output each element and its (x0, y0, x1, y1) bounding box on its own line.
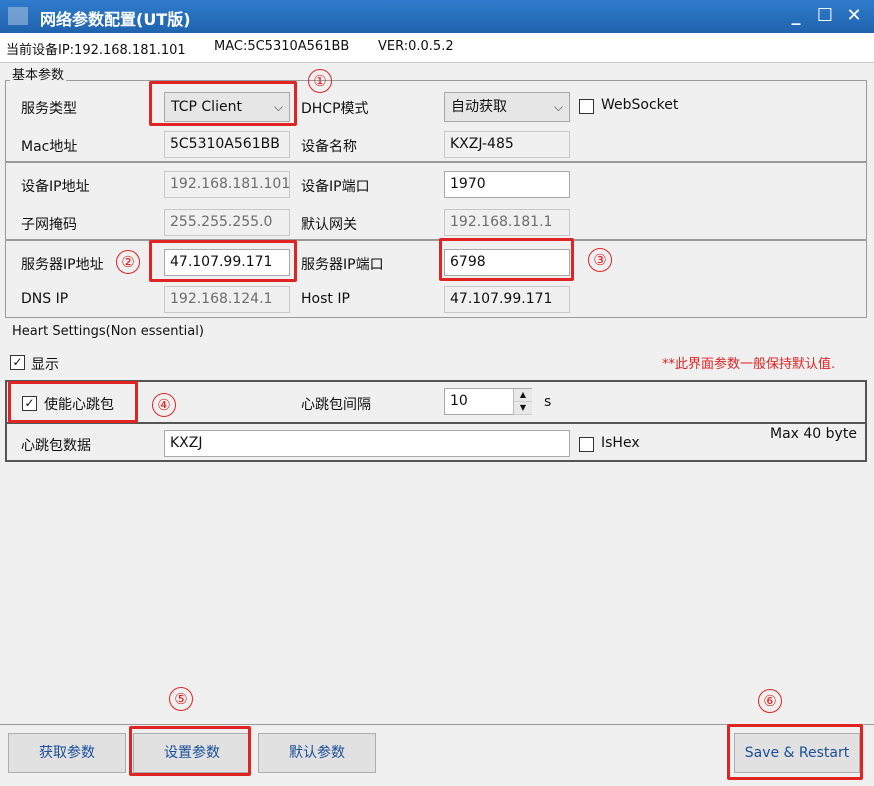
service-type-label: 服务类型 (21, 101, 77, 117)
marker-1: ① (306, 66, 334, 94)
title-bar: 网络参数配置(UT版) _ ☐ ✕ (0, 0, 874, 33)
dns-field[interactable]: 192.168.124.1 (164, 286, 290, 313)
marker-6: ⑥ (756, 686, 784, 714)
mac-text: MAC:5C5310A561BB (214, 39, 350, 54)
interval-label: 心跳包间隔 (301, 397, 371, 413)
marker-4: ④ (150, 390, 178, 418)
host-field[interactable]: 47.107.99.171 (444, 286, 570, 313)
subnet-label: 子网掩码 (21, 217, 77, 233)
device-name-field[interactable]: KXZJ-485 (444, 131, 570, 158)
marker-5: ⑤ (167, 684, 195, 712)
dns-label: DNS IP (21, 291, 69, 307)
highlight-service-type (149, 81, 297, 126)
host-label: Host IP (301, 291, 350, 307)
gateway-field[interactable]: 192.168.181.1 (444, 209, 570, 236)
marker-2: ② (114, 247, 142, 275)
window-title: 网络参数配置(UT版) (40, 10, 191, 29)
minimize-icon[interactable]: _ (784, 4, 808, 28)
mac-label: Mac地址 (21, 139, 78, 155)
show-label: 显示 (31, 357, 59, 373)
spin-up-icon[interactable]: ▲ (514, 389, 532, 402)
dhcp-label: DHCP模式 (301, 101, 369, 117)
server-ip-label: 服务器IP地址 (21, 257, 104, 273)
interval-spin-buttons[interactable]: ▲ ▼ (513, 389, 532, 415)
server-port-label: 服务器IP端口 (301, 257, 384, 273)
chevron-down-icon: ⌵ (553, 100, 563, 114)
basic-group-title: 基本参数 (10, 64, 67, 83)
heartbeat-data-field[interactable]: KXZJ (164, 430, 570, 457)
subnet-field[interactable]: 255.255.255.0 (164, 209, 290, 236)
ishex-checkbox[interactable] (579, 437, 594, 452)
default-note: **此界面参数一般保持默认值. (662, 357, 836, 372)
current-ip-text: 当前设备IP:192.168.181.101 (6, 43, 186, 58)
heart-group-title: Heart Settings(Non essential) (10, 324, 206, 339)
maximize-icon[interactable]: ☐ (813, 4, 837, 28)
ishex-label: IsHex (601, 435, 640, 451)
highlight-server-port (439, 238, 574, 281)
highlight-save-restart (727, 724, 863, 780)
websocket-label: WebSocket (601, 97, 679, 113)
highlight-set-params (129, 726, 251, 776)
device-port-label: 设备IP端口 (301, 179, 370, 195)
basic-panel-2 (5, 162, 867, 240)
highlight-enable-heartbeat (8, 381, 138, 423)
highlight-server-ip (149, 240, 297, 282)
max-bytes-label: Max 40 byte (770, 426, 857, 442)
device-info-bar: 当前设备IP:192.168.181.101 MAC:5C5310A561BB … (0, 33, 874, 63)
websocket-checkbox[interactable] (579, 99, 594, 114)
device-name-label: 设备名称 (301, 139, 357, 155)
show-checkbox[interactable]: ✓ (10, 355, 25, 370)
mac-field[interactable]: 5C5310A561BB (164, 131, 290, 158)
dhcp-select[interactable]: 自动获取 ⌵ (444, 92, 570, 122)
gateway-label: 默认网关 (301, 217, 357, 233)
interval-value: 10 (450, 393, 468, 409)
spin-down-icon[interactable]: ▼ (514, 402, 532, 415)
close-icon[interactable]: ✕ (842, 4, 866, 28)
config-window: 网络参数配置(UT版) _ ☐ ✕ 当前设备IP:192.168.181.101… (0, 0, 874, 786)
app-icon (8, 7, 28, 25)
default-params-button[interactable]: 默认参数 (258, 733, 376, 773)
heartbeat-data-label: 心跳包数据 (21, 438, 91, 454)
device-ip-label: 设备IP地址 (21, 179, 90, 195)
interval-unit: s (544, 394, 552, 410)
get-params-button[interactable]: 获取参数 (8, 733, 126, 773)
device-ip-field[interactable]: 192.168.181.101 (164, 171, 290, 198)
basic-panel-1 (5, 80, 867, 162)
marker-3: ③ (586, 245, 614, 273)
dhcp-value: 自动获取 (451, 99, 507, 115)
device-port-field[interactable]: 1970 (444, 171, 570, 198)
version-text: VER:0.0.5.2 (378, 39, 454, 54)
